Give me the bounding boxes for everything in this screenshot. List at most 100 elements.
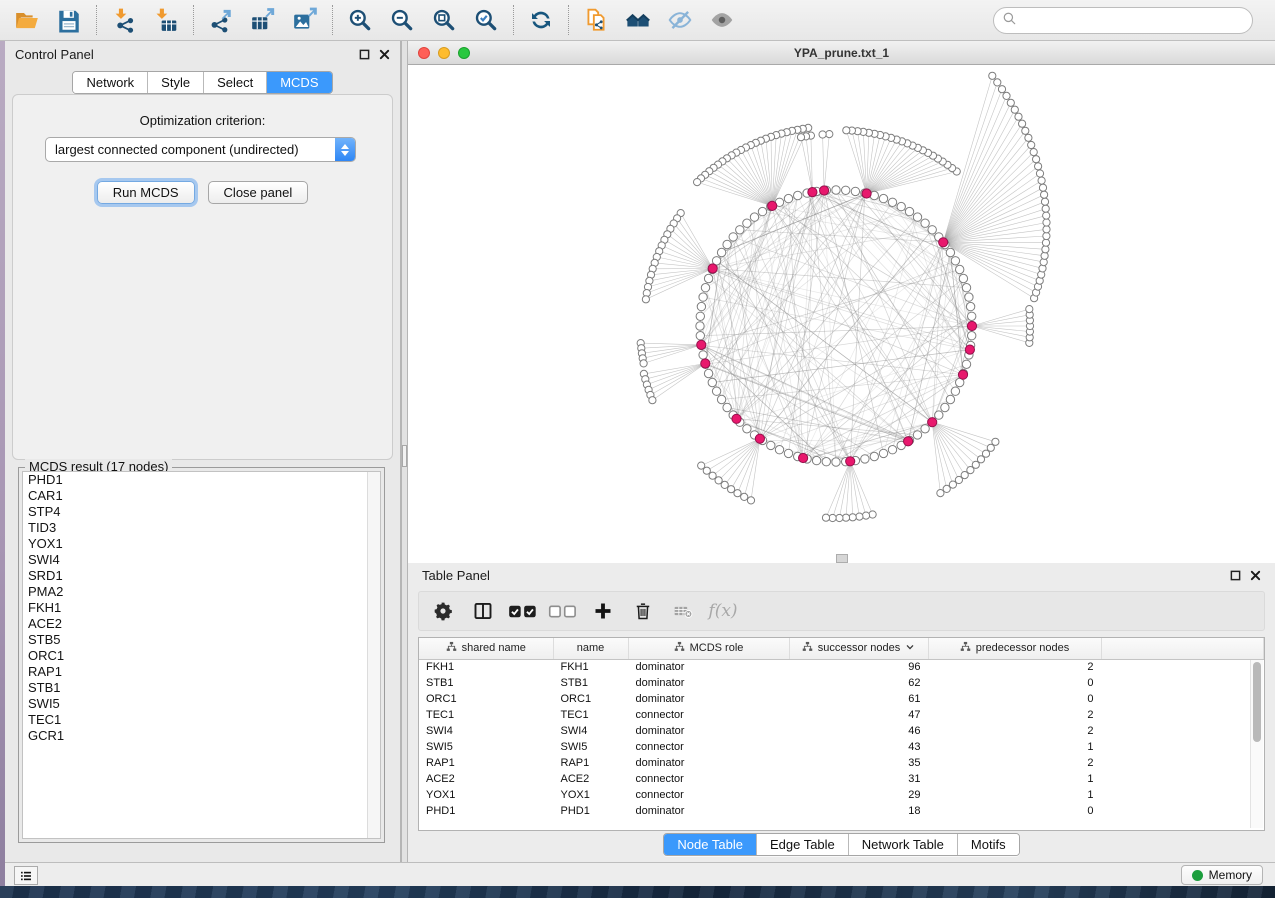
table-cell: PHD1 xyxy=(553,803,628,819)
tab-node-table[interactable]: Node Table xyxy=(664,834,757,855)
mcds-result-item[interactable]: ACE2 xyxy=(23,616,380,632)
table-row[interactable]: ACE2ACE2connector311 xyxy=(419,771,1264,787)
save-session-button[interactable] xyxy=(48,3,90,37)
show-columns-button[interactable] xyxy=(467,596,499,626)
table-scrollbar[interactable] xyxy=(1250,660,1263,828)
mcds-result-scrollbar[interactable] xyxy=(367,472,380,838)
add-column-button[interactable] xyxy=(587,596,619,626)
hide-panel-button[interactable] xyxy=(659,3,701,37)
column-header-successor-nodes[interactable]: successor nodes xyxy=(789,638,928,659)
zoom-out-button[interactable] xyxy=(381,3,423,37)
delete-column-button[interactable] xyxy=(627,596,659,626)
network-graph[interactable] xyxy=(408,65,1275,563)
mcds-result-item[interactable]: SWI5 xyxy=(23,696,380,712)
mcds-result-item[interactable]: STP4 xyxy=(23,504,380,520)
mcds-result-item[interactable]: TID3 xyxy=(23,520,380,536)
first-neighbors-button[interactable] xyxy=(617,3,659,37)
column-header-name[interactable]: name xyxy=(553,638,628,659)
memory-button[interactable]: Memory xyxy=(1181,865,1263,885)
status-menu-button[interactable] xyxy=(14,866,38,885)
canvas-splitter-handle[interactable] xyxy=(836,554,848,563)
unselect-all-columns-button[interactable] xyxy=(547,596,579,626)
mcds-result-item[interactable]: TEC1 xyxy=(23,712,380,728)
table-cell: 62 xyxy=(789,675,928,691)
zoom-in-button[interactable] xyxy=(339,3,381,37)
search-box[interactable] xyxy=(993,7,1253,34)
column-header-predecessor-nodes[interactable]: predecessor nodes xyxy=(928,638,1101,659)
table-cell xyxy=(1101,707,1264,723)
table-row[interactable]: STB1STB1dominator620 xyxy=(419,675,1264,691)
column-header-shared-name[interactable]: shared name xyxy=(419,638,553,659)
vertical-splitter[interactable] xyxy=(401,41,408,862)
table-panel-title: Table Panel xyxy=(422,568,490,583)
refresh-button[interactable] xyxy=(520,3,562,37)
splitter-handle[interactable] xyxy=(402,445,407,467)
export-image-button[interactable] xyxy=(284,3,326,37)
import-network-button[interactable] xyxy=(103,3,145,37)
mcds-result-item[interactable]: SWI4 xyxy=(23,552,380,568)
export-table-button[interactable] xyxy=(242,3,284,37)
copy-network-button[interactable] xyxy=(575,3,617,37)
export-network-button[interactable] xyxy=(200,3,242,37)
tab-network-table[interactable]: Network Table xyxy=(849,834,958,855)
mcds-result-item[interactable]: SRD1 xyxy=(23,568,380,584)
import-table-button[interactable] xyxy=(145,3,187,37)
mcds-result-item[interactable]: ORC1 xyxy=(23,648,380,664)
tab-network[interactable]: Network xyxy=(73,72,148,93)
table-cell: 0 xyxy=(928,691,1101,707)
table-cell xyxy=(1101,659,1264,675)
table-cell: SWI5 xyxy=(419,739,553,755)
mcds-result-item[interactable]: YOX1 xyxy=(23,536,380,552)
show-panel-button[interactable] xyxy=(701,3,743,37)
close-icon[interactable] xyxy=(1250,570,1261,581)
table-row[interactable]: TEC1TEC1connector472 xyxy=(419,707,1264,723)
tab-motifs[interactable]: Motifs xyxy=(958,834,1019,855)
float-icon[interactable] xyxy=(1230,570,1241,581)
table-row[interactable]: PHD1PHD1dominator180 xyxy=(419,803,1264,819)
table-cell: YOX1 xyxy=(419,787,553,803)
column-header-mcds-role[interactable]: MCDS role xyxy=(628,638,789,659)
zoom-selected-button[interactable] xyxy=(465,3,507,37)
tab-style[interactable]: Style xyxy=(148,72,204,93)
table-tabs: Node TableEdge TableNetwork TableMotifs xyxy=(408,833,1275,856)
table-cell: 2 xyxy=(928,723,1101,739)
zoom-fit-button[interactable] xyxy=(423,3,465,37)
table-row[interactable]: ORC1ORC1dominator610 xyxy=(419,691,1264,707)
mcds-result-item[interactable]: GCR1 xyxy=(23,728,380,744)
optimization-criterion-select[interactable]: largest connected component (undirected) xyxy=(45,137,356,162)
table-row[interactable]: YOX1YOX1connector291 xyxy=(419,787,1264,803)
mcds-result-item[interactable]: STB5 xyxy=(23,632,380,648)
select-all-columns-button[interactable] xyxy=(507,596,539,626)
zoom-in-icon xyxy=(347,7,373,33)
run-mcds-button[interactable]: Run MCDS xyxy=(97,181,195,204)
network-titlebar[interactable]: YPA_prune.txt_1 xyxy=(408,41,1275,65)
table-row[interactable]: SWI5SWI5connector431 xyxy=(419,739,1264,755)
table-options-button[interactable] xyxy=(427,596,459,626)
tab-edge-table[interactable]: Edge Table xyxy=(757,834,849,855)
mcds-result-item[interactable]: CAR1 xyxy=(23,488,380,504)
table-cell: ORC1 xyxy=(553,691,628,707)
trash-icon xyxy=(633,601,653,621)
delete-table-button[interactable] xyxy=(667,596,699,626)
table-row[interactable]: RAP1RAP1dominator352 xyxy=(419,755,1264,771)
close-icon[interactable] xyxy=(379,49,390,60)
tab-select[interactable]: Select xyxy=(204,72,267,93)
mcds-result-item[interactable]: RAP1 xyxy=(23,664,380,680)
mcds-result-item[interactable]: STB1 xyxy=(23,680,380,696)
search-input[interactable] xyxy=(1022,13,1244,29)
mcds-result-item[interactable]: FKH1 xyxy=(23,600,380,616)
import-network-icon xyxy=(111,7,137,33)
table-scrollbar-thumb[interactable] xyxy=(1253,662,1261,742)
mcds-result-item[interactable]: PHD1 xyxy=(23,472,380,488)
open-file-button[interactable] xyxy=(6,3,48,37)
table-row[interactable]: SWI4SWI4dominator462 xyxy=(419,723,1264,739)
network-canvas[interactable] xyxy=(408,65,1275,563)
mcds-result-list: PHD1CAR1STP4TID3YOX1SWI4SRD1PMA2FKH1ACE2… xyxy=(22,471,381,839)
mcds-result-item[interactable]: PMA2 xyxy=(23,584,380,600)
mcds-panel: Optimization criterion: largest connecte… xyxy=(12,94,393,460)
tab-mcds[interactable]: MCDS xyxy=(267,72,331,93)
table-row[interactable]: FKH1FKH1dominator962 xyxy=(419,659,1264,675)
float-icon[interactable] xyxy=(359,49,370,60)
apply-function-button[interactable]: f(x) xyxy=(707,596,739,626)
close-panel-button[interactable]: Close panel xyxy=(208,181,309,204)
